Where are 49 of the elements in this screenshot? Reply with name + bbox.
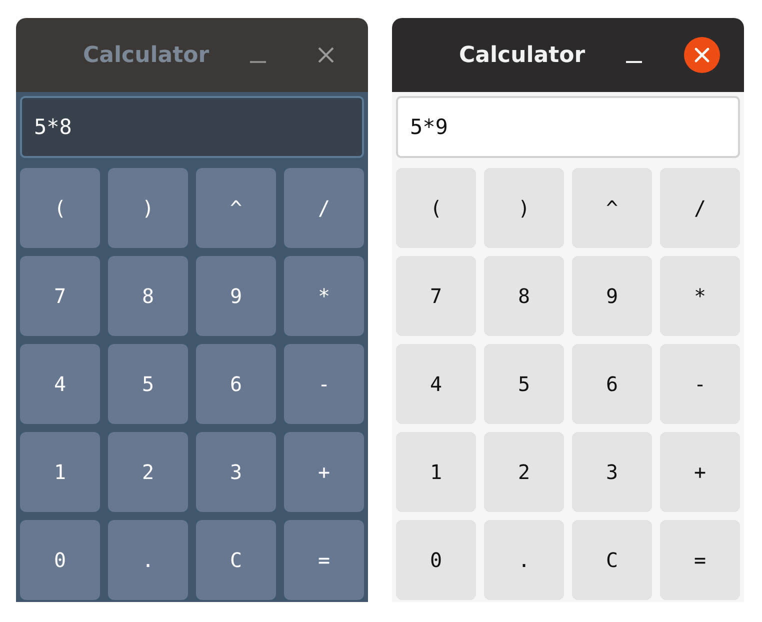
calculator-key[interactable]: *: [660, 256, 740, 336]
window-title: Calculator: [459, 42, 586, 68]
calculator-key[interactable]: C: [196, 520, 276, 600]
calculator-key[interactable]: *: [284, 256, 364, 336]
calculator-key[interactable]: -: [660, 344, 740, 424]
calculator-key[interactable]: 4: [20, 344, 100, 424]
calculator-key[interactable]: 3: [196, 432, 276, 512]
calculator-key[interactable]: -: [284, 344, 364, 424]
calculator-key[interactable]: .: [484, 520, 564, 600]
minimize-icon: [626, 61, 642, 63]
calculator-key[interactable]: (: [20, 168, 100, 248]
calculator-key[interactable]: /: [284, 168, 364, 248]
calculator-key[interactable]: +: [284, 432, 364, 512]
calculator-key[interactable]: =: [284, 520, 364, 600]
calculator-key[interactable]: =: [660, 520, 740, 600]
close-icon: [318, 47, 334, 63]
calculator-key[interactable]: 3: [572, 432, 652, 512]
calculator-key[interactable]: 7: [396, 256, 476, 336]
calculator-key[interactable]: 6: [572, 344, 652, 424]
calculator-key[interactable]: ): [484, 168, 564, 248]
calculator-key[interactable]: /: [660, 168, 740, 248]
calculator-key[interactable]: 5: [484, 344, 564, 424]
calculator-key[interactable]: 9: [196, 256, 276, 336]
expression-field[interactable]: 5*8: [20, 96, 364, 158]
calculator-key[interactable]: 7: [20, 256, 100, 336]
calculator-key[interactable]: 8: [484, 256, 564, 336]
calculator-key[interactable]: 0: [20, 520, 100, 600]
calculator-key[interactable]: 1: [20, 432, 100, 512]
calculator-key[interactable]: (: [396, 168, 476, 248]
minimize-icon: [250, 61, 266, 63]
calculator-key[interactable]: 8: [108, 256, 188, 336]
close-button[interactable]: [684, 37, 720, 73]
calculator-key[interactable]: 6: [196, 344, 276, 424]
calculator-key[interactable]: ^: [196, 168, 276, 248]
calculator-key[interactable]: 2: [108, 432, 188, 512]
calculator-key[interactable]: ): [108, 168, 188, 248]
calculator-key[interactable]: 0: [396, 520, 476, 600]
close-icon: [684, 37, 720, 73]
calculator-key[interactable]: 4: [396, 344, 476, 424]
calculator-key[interactable]: ^: [572, 168, 652, 248]
calculator-key[interactable]: 2: [484, 432, 564, 512]
calculator-key[interactable]: 5: [108, 344, 188, 424]
calculator-key[interactable]: +: [660, 432, 740, 512]
expression-field[interactable]: 5*9: [396, 96, 740, 158]
calculator-key[interactable]: 9: [572, 256, 652, 336]
window-title: Calculator: [83, 42, 210, 68]
calculator-key[interactable]: 1: [396, 432, 476, 512]
calculator-key[interactable]: .: [108, 520, 188, 600]
calculator-key[interactable]: C: [572, 520, 652, 600]
